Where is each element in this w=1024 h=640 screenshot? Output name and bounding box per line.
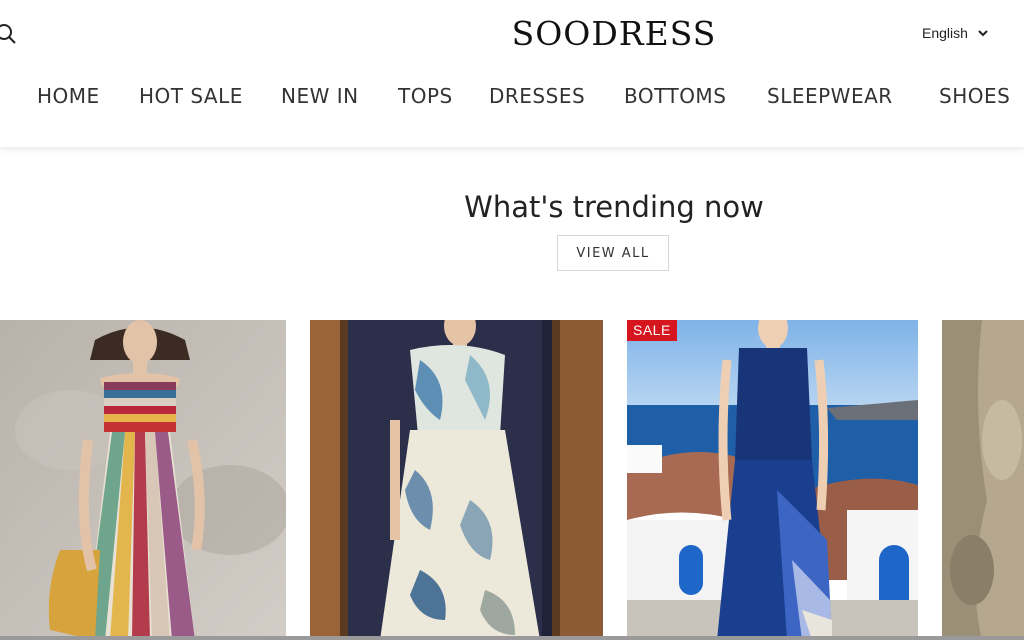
product-image bbox=[0, 320, 286, 640]
view-all-button[interactable]: VIEW ALL bbox=[557, 235, 669, 271]
sale-badge: SALE bbox=[627, 320, 677, 341]
product-card[interactable] bbox=[310, 320, 603, 640]
main-nav: HOME HOT SALE NEW IN TOPS DRESSES BOTTOM… bbox=[0, 84, 1024, 108]
product-card[interactable]: SALE bbox=[627, 320, 918, 640]
nav-item-hot-sale[interactable]: HOT SALE bbox=[139, 84, 243, 108]
product-image bbox=[942, 320, 1024, 640]
product-image bbox=[310, 320, 603, 640]
product-image bbox=[627, 320, 918, 640]
section-title: What's trending now bbox=[464, 190, 764, 224]
horizontal-scrollbar[interactable] bbox=[0, 636, 1024, 640]
site-header: SOODRESS English HOME HOT SALE NEW IN TO… bbox=[0, 0, 1024, 147]
nav-item-tops[interactable]: TOPS bbox=[398, 84, 453, 108]
site-logo[interactable]: SOODRESS bbox=[0, 14, 1024, 53]
nav-item-new-in[interactable]: NEW IN bbox=[281, 84, 359, 108]
nav-item-bottoms[interactable]: BOTTOMS bbox=[624, 84, 726, 108]
product-card[interactable] bbox=[0, 320, 286, 640]
product-card[interactable] bbox=[942, 320, 1024, 640]
nav-item-home[interactable]: HOME bbox=[37, 84, 100, 108]
nav-item-sleepwear[interactable]: SLEEPWEAR bbox=[767, 84, 893, 108]
chevron-down-icon bbox=[978, 30, 988, 37]
language-selector[interactable]: English bbox=[922, 25, 988, 41]
nav-item-dresses[interactable]: DRESSES bbox=[489, 84, 585, 108]
nav-item-shoes[interactable]: SHOES bbox=[939, 84, 1010, 108]
language-label: English bbox=[922, 25, 968, 41]
